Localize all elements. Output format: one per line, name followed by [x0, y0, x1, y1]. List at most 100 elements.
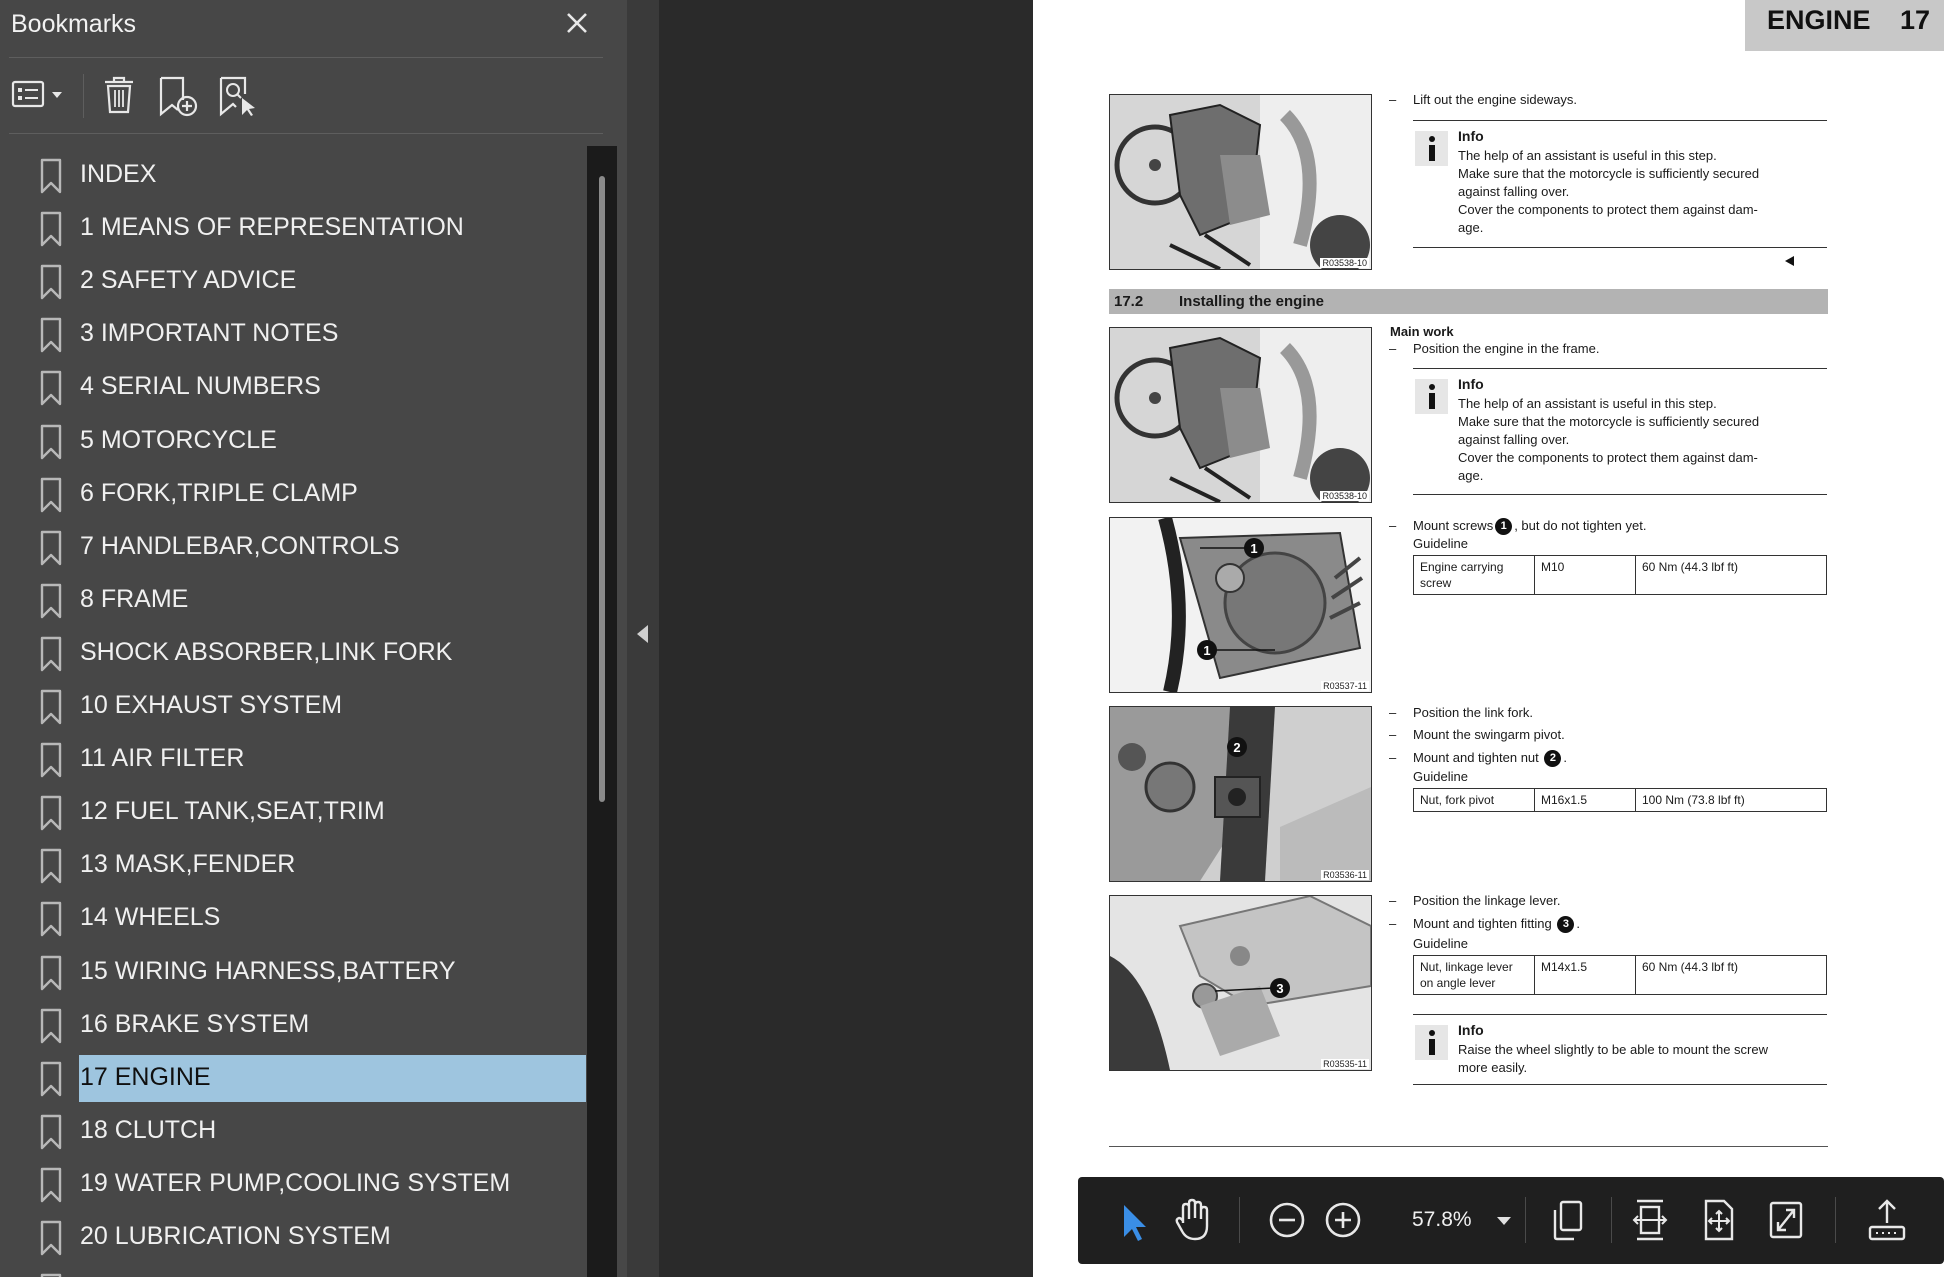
bookmark-label: 4 SERIAL NUMBERS — [80, 372, 321, 401]
bookmark-label: 13 MASK,FENDER — [80, 850, 296, 879]
bookmark-label: 5 MOTORCYCLE — [80, 425, 277, 454]
svg-text:3: 3 — [1276, 981, 1283, 996]
bookmark-item[interactable]: 15 WIRING HARNESS,BATTERY — [0, 947, 586, 1000]
bookmark-label: 18 CLUTCH — [80, 1115, 217, 1144]
end-marker-icon — [1785, 256, 1794, 266]
bookmark-item[interactable]: 10 EXHAUST SYSTEM — [0, 681, 586, 734]
bookmark-item[interactable]: 16 BRAKE SYSTEM — [0, 1000, 586, 1053]
photo-code: R03538-10 — [1320, 491, 1369, 501]
bookmark-item[interactable]: 11 AIR FILTER — [0, 734, 586, 787]
bullet-dash: – — [1389, 92, 1397, 107]
bullet-dash: – — [1389, 727, 1397, 742]
chevron-down-icon[interactable] — [1497, 1217, 1511, 1225]
bookmark-icon — [40, 424, 62, 460]
bookmark-item[interactable]: 7 HANDLEBAR,CONTROLS — [0, 522, 586, 575]
info-box: Info Raise the wheel slightly to be able… — [1413, 1014, 1827, 1085]
step-text-part: , but do not tighten yet. — [1514, 518, 1647, 533]
step-text: Mount and tighten fitting 3. — [1413, 915, 1580, 934]
close-icon[interactable] — [562, 4, 594, 40]
svg-text:1: 1 — [1250, 541, 1257, 556]
bookmark-item[interactable]: 2 SAFETY ADVICE — [0, 256, 586, 309]
bookmark-icon — [40, 317, 62, 353]
callout-badge: 3 — [1557, 916, 1575, 934]
bookmark-item[interactable]: 4 SERIAL NUMBERS — [0, 362, 586, 415]
spec-table: Nut, fork pivot M16x1.5 100 Nm (73.8 lbf… — [1413, 788, 1827, 812]
main-work-heading: Main work — [1390, 324, 1454, 339]
full-screen-icon[interactable] — [1764, 1193, 1808, 1247]
fit-page-icon[interactable] — [1696, 1193, 1740, 1247]
bookmark-item[interactable]: 20 LUBRICATION SYSTEM — [0, 1212, 586, 1265]
info-line: age. — [1458, 468, 1484, 483]
table-cell: 100 Nm (73.8 lbf ft) — [1635, 788, 1827, 812]
section-title: Installing the engine — [1179, 293, 1325, 310]
engine-photo: R03538-10 — [1109, 94, 1372, 270]
bookmarks-panel: Bookmarks INDEX 1 MEANS OF REPRESENTATIO… — [0, 0, 627, 1277]
bookmark-item[interactable]: 8 FRAME — [0, 575, 586, 628]
fit-width-icon[interactable] — [1628, 1193, 1672, 1247]
scrollbar-thumb[interactable] — [599, 176, 605, 802]
bookmark-icon — [40, 742, 62, 778]
info-box: Info The help of an assistant is useful … — [1413, 120, 1827, 248]
info-line: Make sure that the motorcycle is suffici… — [1458, 166, 1760, 181]
bookmark-item[interactable]: 17 ENGINE — [0, 1053, 586, 1106]
bookmark-item[interactable]: 21 IGNITION SYSTEM — [0, 1265, 586, 1277]
collapse-arrow-icon[interactable] — [637, 625, 648, 643]
bookmark-label: 20 LUBRICATION SYSTEM — [80, 1222, 391, 1250]
bullet-dash: – — [1389, 916, 1397, 931]
bookmark-icon — [40, 1167, 62, 1203]
table-row: Nut, linkage lever on angle lever M14x1.… — [1413, 955, 1827, 995]
guideline-label: Guideline — [1413, 769, 1468, 784]
page-display-icon[interactable] — [1546, 1193, 1590, 1247]
bookmark-label: 12 FUEL TANK,SEAT,TRIM — [80, 797, 385, 826]
share-icon[interactable] — [1862, 1193, 1912, 1247]
bookmark-item[interactable]: 5 MOTORCYCLE — [0, 416, 586, 469]
find-bookmark-button[interactable] — [218, 72, 260, 118]
add-bookmark-button[interactable] — [158, 72, 202, 118]
callout-badge: 1 — [1495, 518, 1513, 536]
step-text: Mount screws 1, but do not tighten yet. — [1413, 517, 1647, 536]
bookmark-options-button[interactable] — [10, 72, 70, 118]
bookmark-item[interactable]: 6 FORK,TRIPLE CLAMP — [0, 469, 586, 522]
delete-bookmark-button[interactable] — [100, 72, 138, 118]
info-line: against falling over. — [1458, 184, 1570, 199]
zoom-in-icon[interactable] — [1320, 1193, 1366, 1247]
bookmark-item[interactable]: 3 IMPORTANT NOTES — [0, 309, 586, 362]
bullet-dash: – — [1389, 518, 1397, 533]
engine-frame-photo: R03538-10 — [1109, 327, 1372, 503]
zoom-level[interactable]: 57.8% — [1412, 1208, 1472, 1232]
select-pointer-icon[interactable] — [1110, 1193, 1156, 1247]
floating-toolbar: 57.8% — [1078, 1177, 1944, 1264]
bookmark-item[interactable]: SHOCK ABSORBER,LINK FORK — [0, 628, 586, 681]
table-cell: Engine carrying screw — [1413, 555, 1535, 595]
bookmark-label: 16 BRAKE SYSTEM — [80, 1009, 310, 1038]
bookmark-label: 2 SAFETY ADVICE — [80, 266, 297, 295]
bookmark-item[interactable]: 13 MASK,FENDER — [0, 840, 586, 893]
bookmark-item[interactable]: 19 WATER PUMP,COOLING SYSTEM — [0, 1159, 586, 1212]
bookmark-icon — [40, 370, 62, 406]
bookmark-item[interactable]: INDEX — [0, 150, 586, 203]
bookmark-item[interactable]: 1 MEANS OF REPRESENTATION — [0, 203, 586, 256]
callout-badge: 2 — [1544, 750, 1562, 768]
table-row: Nut, fork pivot M16x1.5 100 Nm (73.8 lbf… — [1413, 788, 1827, 812]
zoom-out-icon[interactable] — [1264, 1193, 1310, 1247]
svg-text:2: 2 — [1233, 740, 1240, 755]
photo-code: R03537-11 — [1321, 681, 1369, 691]
info-title: Info — [1458, 128, 1484, 144]
bookmark-item[interactable]: 12 FUEL TANK,SEAT,TRIM — [0, 787, 586, 840]
bookmark-icon — [40, 211, 62, 247]
hand-tool-icon[interactable] — [1168, 1193, 1218, 1247]
info-line: Raise the wheel slightly to be able to m… — [1458, 1042, 1769, 1057]
bookmark-label: 10 EXHAUST SYSTEM — [80, 691, 343, 719]
step-text-part: Mount screws — [1413, 518, 1494, 533]
divider — [9, 133, 603, 134]
bookmark-icon — [40, 477, 62, 513]
divider — [1525, 1197, 1526, 1243]
bullet-dash: – — [1389, 341, 1397, 356]
bookmark-item[interactable]: 14 WHEELS — [0, 893, 586, 946]
svg-text:1: 1 — [1203, 643, 1210, 658]
bookmark-item[interactable]: 18 CLUTCH — [0, 1106, 586, 1159]
spec-table: Engine carrying screw M10 60 Nm (44.3 lb… — [1413, 555, 1827, 595]
divider — [9, 57, 603, 58]
table-cell: Nut, linkage lever on angle lever — [1413, 955, 1535, 995]
bookmark-icon — [40, 1273, 62, 1277]
